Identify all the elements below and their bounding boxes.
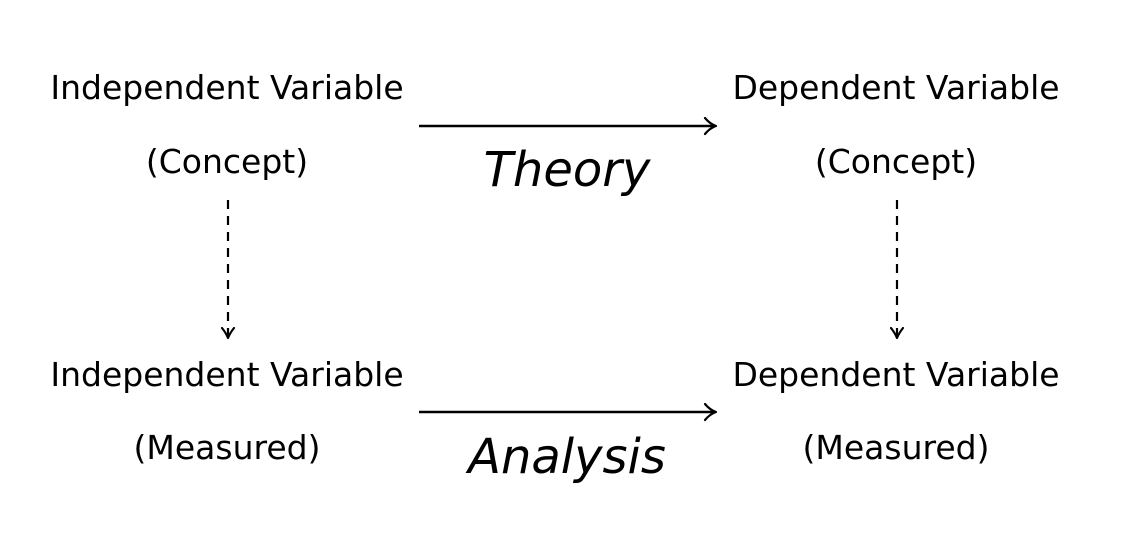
- concept-measurement-diagram: Independent Variable (Concept) Dependent…: [50, 68, 1059, 485]
- dv-measured-title: Dependent Variable: [732, 355, 1059, 394]
- node-dependent-variable-measured: Dependent Variable (Measured): [732, 355, 1059, 467]
- dv-concept-subtitle: (Concept): [815, 142, 977, 181]
- node-independent-variable-concept: Independent Variable (Concept): [50, 68, 403, 181]
- theory-label: Theory: [484, 142, 651, 198]
- analysis-arrow: Analysis: [419, 402, 718, 485]
- iv-measured-title: Independent Variable: [50, 355, 403, 394]
- dv-measured-subtitle: (Measured): [803, 428, 990, 467]
- node-independent-variable-measured: Independent Variable (Measured): [50, 355, 403, 467]
- node-dependent-variable-concept: Dependent Variable (Concept): [732, 68, 1059, 181]
- iv-concept-title: Independent Variable: [50, 68, 403, 107]
- dv-operationalization-arrow: [889, 200, 905, 340]
- theory-arrow: Theory: [419, 116, 718, 198]
- analysis-label: Analysis: [465, 429, 666, 485]
- iv-concept-subtitle: (Concept): [146, 142, 308, 181]
- iv-operationalization-arrow: [220, 200, 236, 340]
- dv-concept-title: Dependent Variable: [732, 68, 1059, 107]
- iv-measured-subtitle: (Measured): [134, 428, 321, 467]
